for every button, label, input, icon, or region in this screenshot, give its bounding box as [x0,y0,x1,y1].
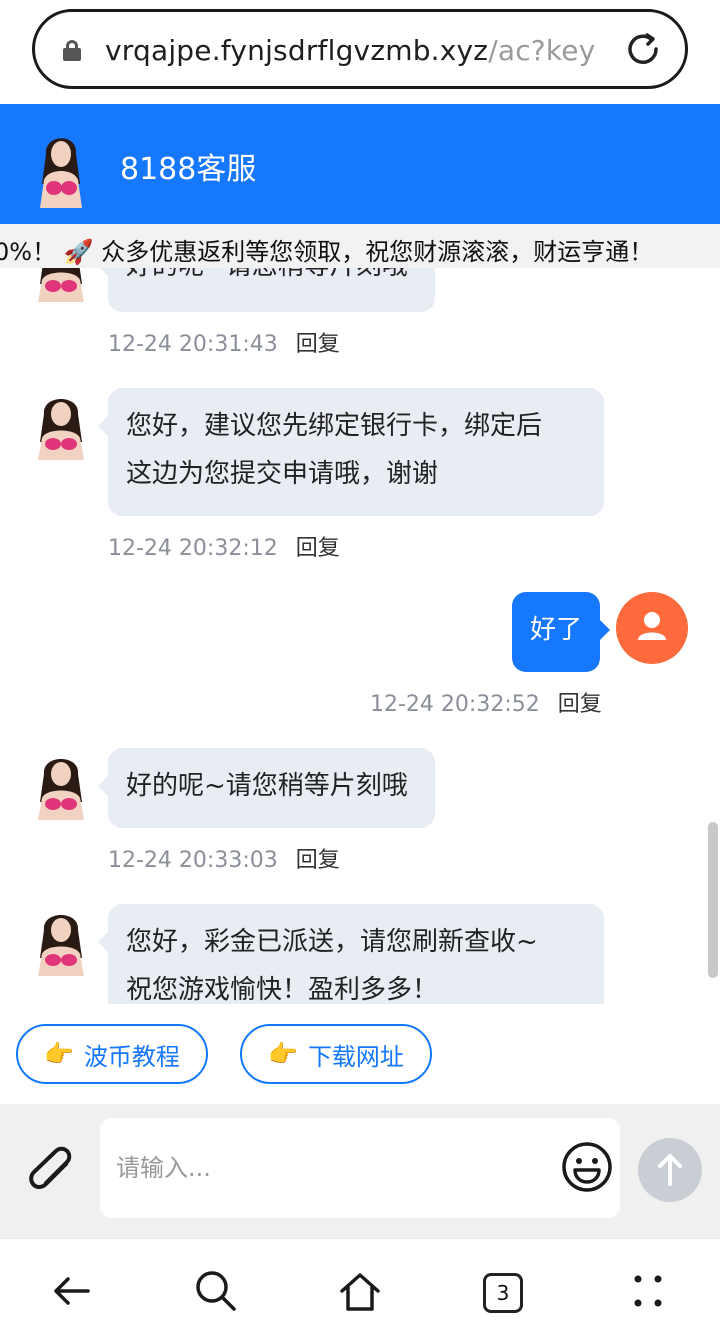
message-input[interactable] [100,1118,620,1218]
message-bubble: 您好，彩金已派送，请您刷新查收~ 祝您游戏愉快！盈利多多！ [98,904,604,1004]
chat-header: 8188客服 [0,104,720,224]
agent-avatar [38,399,84,460]
quick-button-label: 波币教程 [83,1042,180,1071]
message-meta: 12-24 20:31:43 回复 [108,326,340,358]
url-path: /ac?key [488,34,595,67]
send-button[interactable] [638,1138,702,1202]
back-arrow-icon[interactable] [48,1267,96,1315]
message-time: 12-24 20:31:43 [108,332,278,357]
chat-title: 8188客服 [120,152,257,187]
announcement-text: 0%！ 🚀 众多优惠返利等您领取，祝您财源滚滚，财运亨通！ [0,238,654,266]
agent-avatar [38,268,84,302]
message-time: 12-24 20:32:12 [108,536,278,561]
quick-button-tutorial[interactable]: 👉 波币教程 [16,1024,208,1084]
scrollbar[interactable] [708,822,718,978]
quick-button-label: 下载网址 [307,1042,404,1071]
browser-url-bar: vrqajpe.fynjsdrflgvzmb.xyz/ac?key [0,0,720,104]
announcement-marquee: 0%！ 🚀 众多优惠返利等您领取，祝您财源滚滚，财运亨通！ [0,224,720,268]
quick-actions: 👉 波币教程 👉 下载网址 [0,1004,720,1104]
user-message-bubble: 好了 [512,592,610,672]
reply-link[interactable]: 回复 [296,332,340,357]
reply-link[interactable]: 回复 [558,692,602,717]
message-line: 这边为您提交申请哦，谢谢 [126,459,439,489]
url-text[interactable]: vrqajpe.fynjsdrflgvzmb.xyz/ac?key [105,34,595,67]
emoji-icon[interactable] [560,1140,614,1194]
message-bubble: 您好，建议您先绑定银行卡，绑定后 这边为您提交申请哦，谢谢 [98,388,604,516]
message-bubble: 好的呢~请您稍等片刻哦 [98,748,435,828]
quick-button-download[interactable]: 👉 下载网址 [240,1024,432,1084]
message-time: 12-24 20:33:03 [108,848,278,873]
agent-avatar [38,915,84,976]
pointing-hand-icon: 👉 [44,1040,74,1068]
message-text: 好的呢~请您稍等片刻哦 [126,268,408,281]
browser-bottom-nav [0,1238,720,1322]
home-icon[interactable] [336,1267,384,1315]
message-text: 好的呢~请您稍等片刻哦 [126,771,408,801]
pointing-hand-icon: 👉 [268,1040,298,1068]
user-avatar [616,592,688,664]
message-line: 您好，建议您先绑定银行卡，绑定后 [126,411,543,441]
message-bubble: 好的呢~请您稍等片刻哦 [98,268,435,312]
message-meta: 12-24 20:32:12 回复 [108,530,340,562]
paperclip-icon[interactable] [22,1140,78,1196]
message-line: 祝您游戏愉快！盈利多多！ [126,975,439,1004]
message-list[interactable]: 好的呢~请您稍等片刻哦 12-24 20:31:43 回复 您好，建议您先绑定银行… [0,268,720,1004]
message-meta: 12-24 20:33:03 回复 [108,842,340,874]
reply-link[interactable]: 回复 [296,536,340,561]
agent-avatar [30,124,92,208]
message-time: 12-24 20:32:52 [370,692,540,717]
search-icon[interactable] [192,1267,240,1315]
address-field[interactable]: vrqajpe.fynjsdrflgvzmb.xyz/ac?key [32,9,688,89]
agent-avatar [38,759,84,820]
lock-icon [63,40,81,61]
tab-switcher-button[interactable]: 3 [483,1273,523,1313]
url-host: vrqajpe.fynjsdrflgvzmb.xyz [105,34,489,67]
message-line: 您好，彩金已派送，请您刷新查收~ [126,927,538,957]
more-menu-icon[interactable] [624,1267,672,1315]
input-bar [0,1104,720,1238]
reply-link[interactable]: 回复 [296,848,340,873]
arrow-up-icon [658,1154,682,1186]
message-text: 好了 [530,615,583,645]
person-icon [638,612,666,640]
message-meta: 12-24 20:32:52 回复 [370,686,602,718]
reload-icon[interactable] [623,29,663,69]
